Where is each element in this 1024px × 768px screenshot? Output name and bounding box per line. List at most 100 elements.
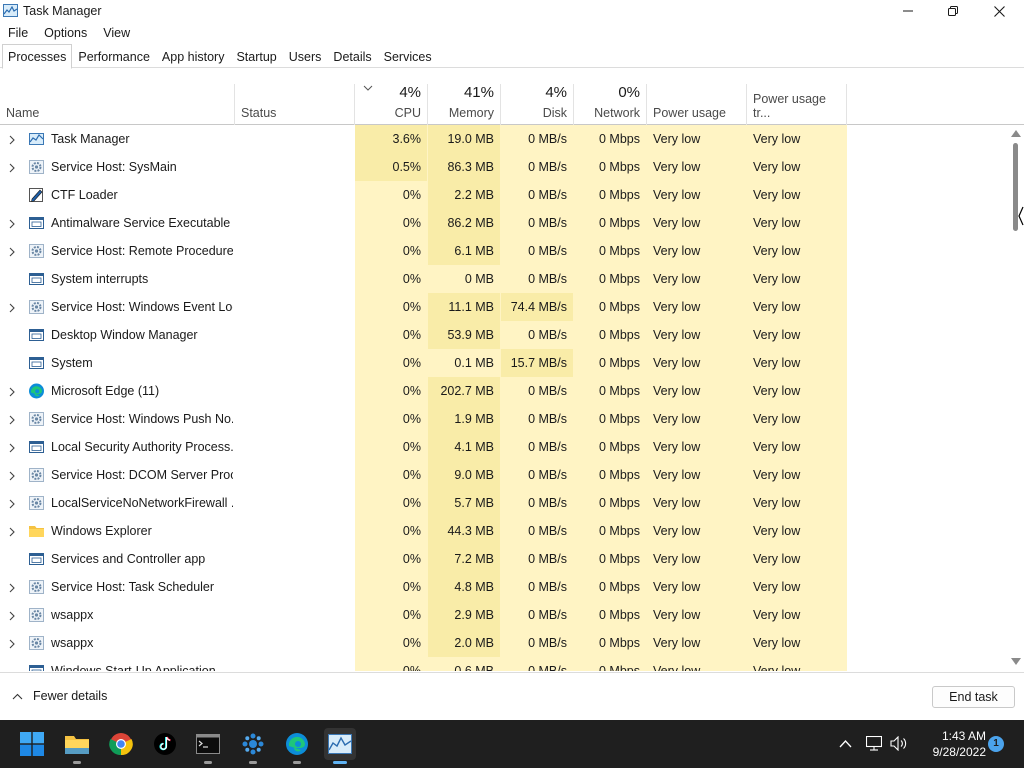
column-header-memory[interactable]: 41% Memory — [428, 84, 501, 125]
process-disk-cell: 15.7 MB/s — [501, 349, 574, 377]
process-row[interactable]: Microsoft Edge (11) 0% 202.7 MB 0 MB/s 0 Mbp… — [0, 377, 1008, 405]
fewer-details-label: Fewer details — [33, 689, 108, 703]
process-memory-cell: 202.7 MB — [428, 377, 501, 405]
process-power-trend-cell: Very low — [747, 153, 847, 181]
taskbar-task-manager[interactable] — [324, 728, 356, 764]
tab-startup[interactable]: Startup — [230, 44, 282, 68]
process-memory-cell: 6.1 MB — [428, 237, 501, 265]
column-header-status[interactable]: Status — [235, 84, 355, 125]
tab-app-history[interactable]: App history — [156, 44, 231, 68]
minimize-button[interactable] — [885, 0, 931, 22]
expand-chevron-icon[interactable] — [7, 134, 17, 145]
process-row[interactable]: Antimalware Service Executable 0% 86.2 MB 0… — [0, 209, 1008, 237]
column-header-power-usage-trend[interactable]: Power usage tr... — [747, 84, 847, 125]
process-row[interactable]: Task Manager 3.6% 19.0 MB 0 MB/s 0 Mbps Very … — [0, 125, 1008, 153]
end-task-button[interactable]: End task — [932, 686, 1015, 708]
gear-icon — [28, 299, 45, 315]
close-button[interactable] — [976, 0, 1022, 22]
taskbar-chrome[interactable] — [105, 728, 137, 760]
process-disk-cell: 0 MB/s — [501, 377, 574, 405]
process-row[interactable]: System interrupts 0% 0 MB 0 MB/s 0 Mbps Very … — [0, 265, 1008, 293]
expand-chevron-icon[interactable] — [7, 638, 17, 649]
process-power-cell: Very low — [647, 405, 747, 433]
process-row[interactable]: Services and Controller app 0% 7.2 MB 0 MB/… — [0, 545, 1008, 573]
process-row[interactable]: wsappx 0% 2.0 MB 0 MB/s 0 Mbps Very low Very l… — [0, 629, 1008, 657]
tab-performance[interactable]: Performance — [72, 44, 156, 68]
gear-icon — [28, 243, 45, 259]
chevron-up-icon[interactable] — [839, 739, 852, 748]
process-row[interactable]: Service Host: DCOM Server Proc... 0% 9.0 M… — [0, 461, 1008, 489]
expand-chevron-icon[interactable] — [7, 386, 17, 397]
process-row[interactable]: System 0% 0.1 MB 15.7 MB/s 0 Mbps Very low Ver… — [0, 349, 1008, 377]
process-cpu-cell: 0% — [355, 181, 428, 209]
taskbar-edge[interactable] — [281, 728, 313, 764]
network-icon[interactable] — [866, 736, 882, 751]
task-manager-icon — [328, 734, 352, 754]
process-cpu-cell: 0% — [355, 265, 428, 293]
network-label: Network — [594, 106, 640, 120]
process-name: Service Host: Task Scheduler — [51, 580, 215, 594]
menu-view[interactable]: View — [95, 24, 138, 42]
start-icon — [20, 732, 44, 756]
column-header-name[interactable]: Name — [0, 84, 235, 125]
column-header-power-usage[interactable]: Power usage — [647, 84, 747, 125]
taskbar-tiktok[interactable] — [149, 728, 181, 760]
expand-chevron-icon[interactable] — [7, 498, 17, 509]
resize-cursor-icon — [1018, 206, 1024, 226]
expand-chevron-icon[interactable] — [7, 246, 17, 257]
restore-icon — [948, 6, 958, 16]
expand-chevron-icon[interactable] — [7, 442, 17, 453]
tab-users[interactable]: Users — [283, 44, 328, 68]
tab-processes[interactable]: Processes — [2, 44, 73, 69]
notification-badge[interactable]: 1 — [988, 736, 1004, 752]
volume-icon[interactable] — [890, 736, 907, 751]
expand-chevron-icon[interactable] — [7, 582, 17, 593]
process-row[interactable]: CTF Loader 0% 2.2 MB 0 MB/s 0 Mbps Very low Ve… — [0, 181, 1008, 209]
tab-details[interactable]: Details — [327, 44, 377, 68]
scroll-down-arrow-icon[interactable] — [1011, 658, 1021, 665]
process-memory-cell: 44.3 MB — [428, 517, 501, 545]
expand-chevron-icon[interactable] — [7, 470, 17, 481]
terminal-icon — [196, 734, 220, 754]
expand-chevron-icon[interactable] — [7, 414, 17, 425]
running-indicator — [204, 761, 212, 764]
process-row[interactable]: Desktop Window Manager 0% 53.9 MB 0 MB/s 0 M… — [0, 321, 1008, 349]
process-row[interactable]: Service Host: Task Scheduler 0% 4.8 MB 0 MB… — [0, 573, 1008, 601]
taskbar-file-explorer[interactable] — [61, 728, 93, 764]
process-power-trend-cell: Very low — [747, 293, 847, 321]
process-cpu-cell: 0% — [355, 377, 428, 405]
process-power-cell: Very low — [647, 321, 747, 349]
fewer-details-toggle[interactable]: Fewer details — [12, 689, 107, 703]
column-header-disk[interactable]: 4% Disk — [501, 84, 574, 125]
process-row[interactable]: Service Host: Windows Push No... 0% 1.9 MB… — [0, 405, 1008, 433]
expand-chevron-icon[interactable] — [7, 162, 17, 173]
process-row[interactable]: Windows Start-Up Application 0% 0.6 MB 0 MB… — [0, 657, 1008, 671]
expand-chevron-icon[interactable] — [7, 302, 17, 313]
menu-options[interactable]: Options — [36, 24, 95, 42]
process-cpu-cell: 0% — [355, 517, 428, 545]
column-header-cpu[interactable]: 4% CPU — [355, 84, 428, 125]
process-row[interactable]: LocalServiceNoNetworkFirewall ... 0% 5.7 M… — [0, 489, 1008, 517]
process-row[interactable]: Local Security Authority Process... 0% 4.1… — [0, 433, 1008, 461]
process-row[interactable]: wsappx 0% 2.9 MB 0 MB/s 0 Mbps Very low Very l… — [0, 601, 1008, 629]
expand-chevron-icon[interactable] — [7, 526, 17, 537]
restore-button[interactable] — [930, 0, 976, 22]
tab-services[interactable]: Services — [378, 44, 438, 68]
process-network-cell: 0 Mbps — [574, 209, 647, 237]
process-row[interactable]: Service Host: Windows Event Log 0% 11.1 MB… — [0, 293, 1008, 321]
process-row[interactable]: Service Host: SysMain 0.5% 86.3 MB 0 MB/s 0 … — [0, 153, 1008, 181]
process-row[interactable]: Service Host: Remote Procedure... 0% 6.1 M… — [0, 237, 1008, 265]
process-name: Services and Controller app — [51, 552, 206, 566]
taskbar-app[interactable] — [237, 728, 269, 764]
menu-file[interactable]: File — [0, 24, 36, 42]
column-header-network[interactable]: 0% Network — [574, 84, 647, 125]
expand-chevron-icon[interactable] — [7, 218, 17, 229]
expand-chevron-icon[interactable] — [7, 610, 17, 621]
start-button[interactable] — [16, 728, 48, 760]
process-cpu-cell: 0% — [355, 293, 428, 321]
clock[interactable]: 1:43 AM 9/28/2022 — [912, 728, 986, 760]
taskbar-terminal[interactable] — [192, 728, 224, 764]
process-row[interactable]: Windows Explorer 0% 44.3 MB 0 MB/s 0 Mbps Ver… — [0, 517, 1008, 545]
disk-total-percent: 4% — [545, 84, 567, 101]
scroll-up-arrow-icon[interactable] — [1011, 130, 1021, 137]
